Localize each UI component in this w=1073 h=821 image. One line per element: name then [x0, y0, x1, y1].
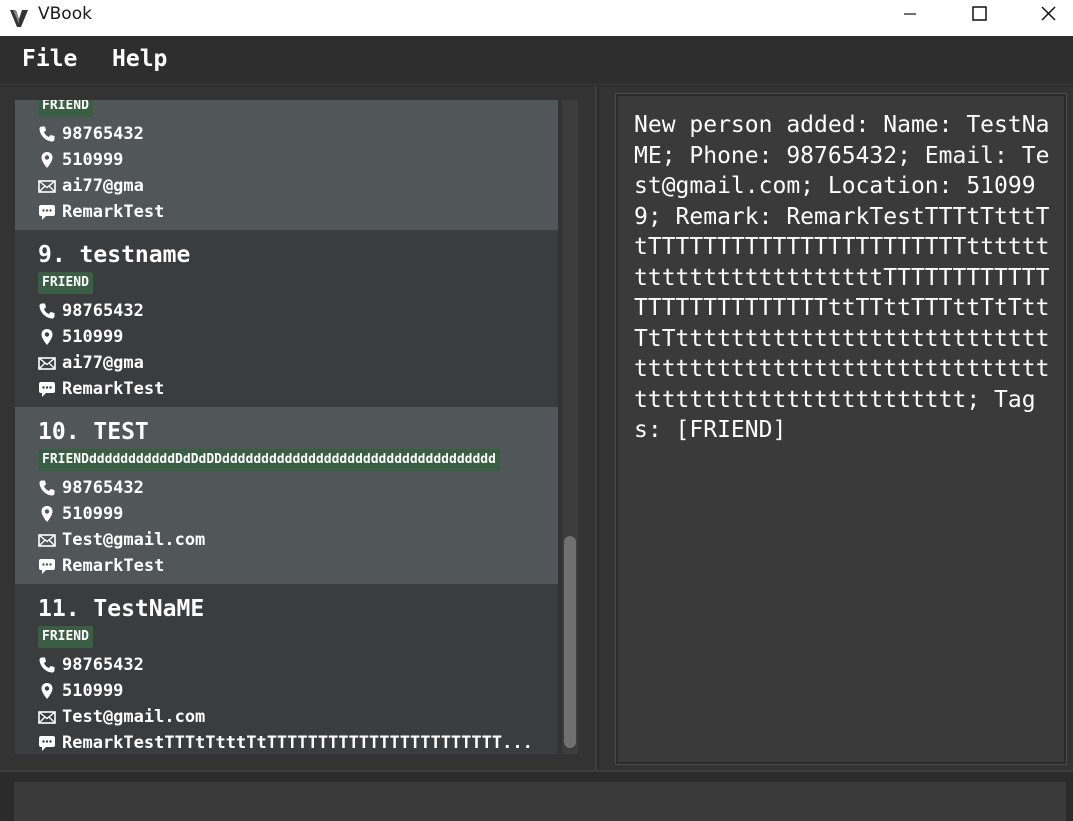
menu-file[interactable]: File — [22, 46, 77, 72]
remark-text: RemarkTest — [62, 379, 165, 399]
person-tag: FRIEND — [38, 100, 93, 117]
speech-bubble-icon — [39, 559, 55, 574]
phone-text: 98765432 — [62, 655, 144, 675]
result-panel: New person added: Name: TestNaME; Phone:… — [599, 86, 1073, 770]
minimize-icon[interactable] — [887, 0, 933, 30]
email-text: ai77@gma — [62, 176, 144, 196]
phone-text: 98765432 — [62, 478, 144, 498]
remark-text: RemarkTestTTTtTtttTtTTTTTTTTTTTTTTTTTTTT… — [62, 733, 533, 753]
list-scrollbar[interactable] — [562, 100, 578, 754]
status-bar-container — [0, 770, 1073, 821]
phone-text: 98765432 — [62, 301, 144, 321]
remark-text: RemarkTest — [62, 202, 165, 222]
result-display[interactable]: New person added: Name: TestNaME; Phone:… — [615, 93, 1067, 765]
speech-bubble-icon — [39, 736, 55, 751]
phone-icon — [39, 126, 55, 142]
location-pin-icon — [41, 152, 53, 168]
phone-icon — [39, 303, 55, 319]
scrollbar-thumb[interactable] — [564, 536, 576, 748]
status-bar — [14, 782, 1066, 821]
window-titlebar: VBook — [0, 0, 1073, 36]
maximize-icon[interactable] — [956, 0, 1002, 30]
remark-text: RemarkTest — [62, 556, 165, 576]
result-text: New person added: Name: TestNaME; Phone:… — [634, 112, 1050, 443]
address-text: 510999 — [62, 504, 124, 524]
person-name: 11. TestNaME — [38, 596, 205, 622]
address-text: 510999 — [62, 327, 124, 347]
person-card[interactable]: FRIEND 98765432 510999 ai77@gma RemarkTe… — [15, 100, 558, 230]
person-card[interactable]: 9. testname FRIEND 98765432 510999 ai77@… — [15, 230, 558, 407]
person-card[interactable]: 10. TEST FRIENDdddddddddddDdDdDDdddddddd… — [15, 407, 558, 584]
location-pin-icon — [41, 683, 53, 699]
speech-bubble-icon — [39, 205, 55, 220]
person-name: 9. testname — [38, 242, 191, 268]
phone-icon — [39, 480, 55, 496]
phone-text: 98765432 — [62, 124, 144, 144]
close-icon[interactable] — [1025, 0, 1071, 30]
envelope-icon — [38, 357, 56, 370]
window-title: VBook — [38, 4, 92, 24]
person-name: 10. TEST — [38, 419, 149, 445]
menu-help[interactable]: Help — [112, 46, 167, 72]
email-text: Test@gmail.com — [62, 707, 206, 727]
speech-bubble-icon — [39, 382, 55, 397]
location-pin-icon — [41, 506, 53, 522]
address-text: 510999 — [62, 150, 124, 170]
person-list[interactable]: FRIEND 98765432 510999 ai77@gma RemarkTe… — [15, 100, 558, 754]
person-tag: FRIEND — [38, 626, 93, 648]
email-text: ai77@gma — [62, 353, 144, 373]
email-text: Test@gmail.com — [62, 530, 206, 550]
address-text: 510999 — [62, 681, 124, 701]
phone-icon — [39, 657, 55, 673]
person-tag: FRIENDdddddddddddDdDdDDddddddddddddddddd… — [38, 449, 500, 471]
envelope-icon — [38, 711, 56, 724]
vbook-logo-icon — [10, 10, 28, 27]
person-list-panel: FRIEND 98765432 510999 ai77@gma RemarkTe… — [0, 86, 597, 770]
envelope-icon — [38, 180, 56, 193]
person-card[interactable]: 11. TestNaME FRIEND 98765432 510999 Test… — [15, 584, 558, 754]
envelope-icon — [38, 534, 56, 547]
person-tag: FRIEND — [38, 272, 93, 294]
menu-bar: File Help — [0, 36, 1073, 85]
location-pin-icon — [41, 329, 53, 345]
